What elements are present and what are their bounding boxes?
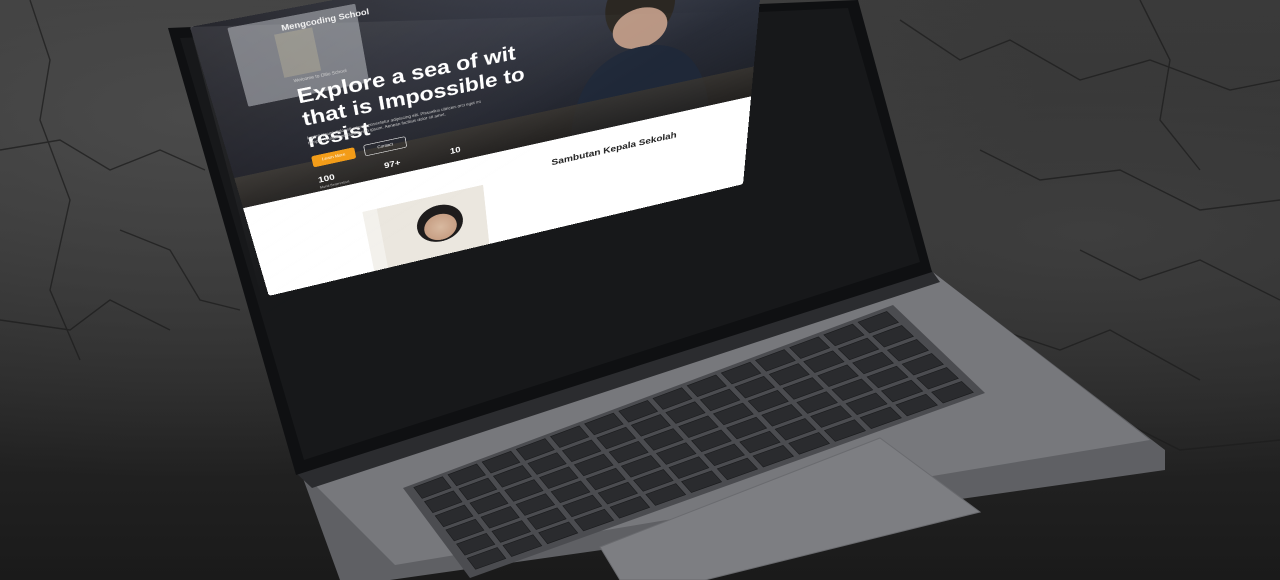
mockup-scene: Mengcoding School Welcome to Ollio Schoo… xyxy=(0,0,1280,580)
hero-section: Mengcoding School Welcome to Ollio Schoo… xyxy=(190,0,768,209)
